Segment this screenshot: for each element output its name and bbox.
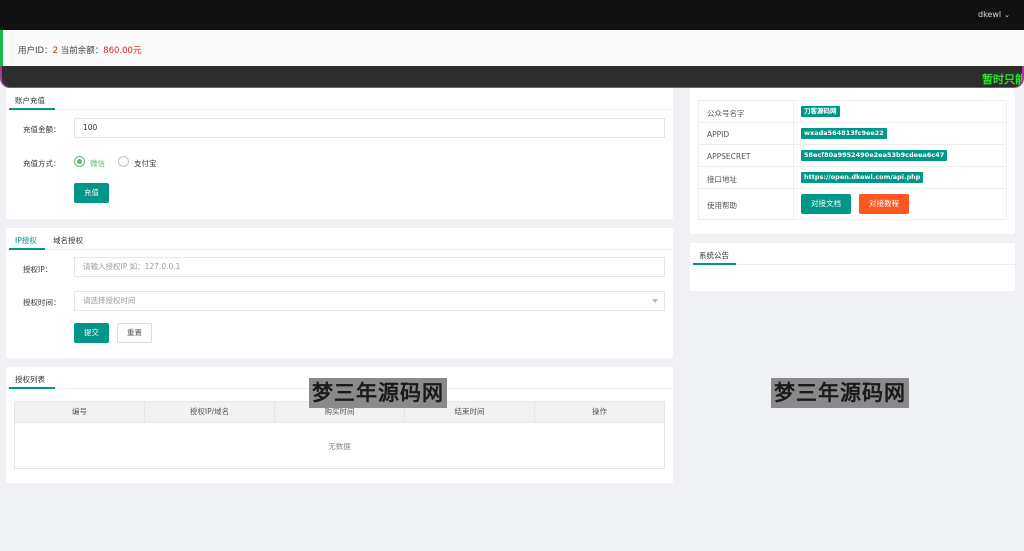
recharge-card: 账户充值 充值金额： 100 充值方式： 微信 支付宝 充值 [6,88,673,219]
radio-alipay[interactable] [118,156,129,167]
tab-auth-list[interactable]: 授权列表 [15,374,45,385]
chevron-down-icon: ⌄ [1004,11,1010,19]
time-select[interactable]: 请选择授权时间 [74,291,665,311]
info-value-badge: 58ecf80a9952490e2ea53b9cdeea6c47 [801,150,948,161]
marquee-banner: 暂时只能 [0,66,1024,88]
user-info-text: 用户ID：2 当前余额：860.00元 [18,44,141,56]
submit-button[interactable]: 提交 [74,323,109,343]
balance-label: 当前余额： [60,46,104,56]
divider [793,101,794,122]
tab-active-indicator [9,248,45,250]
info-key: APPSECRET [707,152,751,161]
user-info-notice: 用户ID：2 当前余额：860.00元 [0,30,1024,66]
tab-active-indicator [9,387,55,389]
ip-label: 授权IP： [23,265,53,274]
reset-button[interactable]: 重置 [117,323,152,343]
time-select-value: 请选择授权时间 [83,296,136,305]
column-header[interactable]: 操作 [535,402,664,422]
tab-announcement[interactable]: 系统公告 [699,250,729,261]
api-doc-button[interactable]: 对接文档 [801,194,851,214]
amount-label: 充值金额： [23,125,61,134]
chevron-down-icon [652,299,658,303]
radio-wechat-label: 微信 [90,159,105,168]
info-value-badge: wxada564813fc9ee22 [801,128,887,139]
help-label: 使用帮助 [707,201,737,210]
announcement-card: 系统公告 [690,243,1015,291]
username: dkewl [978,10,1002,19]
watermark-text: 梦三年源码网 [771,378,909,408]
info-key: 公众号名字 [707,109,745,118]
radio-wechat[interactable] [74,156,85,167]
user-menu[interactable]: dkewl ⌄ [978,10,1010,19]
balance-value: 860.00元 [103,46,142,56]
table-row: 公众号名字 刀客源码网 [699,101,1006,123]
divider [793,189,794,219]
user-id-value: 2 [52,46,58,56]
method-label: 充值方式： [23,159,61,168]
tab-ip-auth[interactable]: IP授权 [15,235,37,246]
table-body: 无数据 [14,423,665,469]
empty-state-text: 无数据 [328,442,351,451]
radio-alipay-label: 支付宝 [134,159,157,168]
info-key: 接口地址 [707,175,737,184]
divider [793,167,794,188]
watermark-text: 梦三年源码网 [309,378,447,408]
announcement-tabs: 系统公告 [690,243,1015,265]
top-navbar: dkewl ⌄ [0,0,1024,30]
amount-input[interactable]: 100 [74,118,665,138]
tab-recharge[interactable]: 账户充值 [15,95,45,106]
column-header[interactable]: 编号 [15,402,145,422]
divider [793,123,794,144]
authorization-tabs: IP授权 域名授权 [6,228,673,250]
tab-active-indicator [9,108,55,110]
api-info-table: 公众号名字 刀客源码网 APPID wxada564813fc9ee22 APP… [698,100,1007,220]
table-row: 使用帮助 对接文档 对接教程 [699,189,1006,219]
info-key: APPID [707,130,730,139]
api-info-card: 公众号名字 刀客源码网 APPID wxada564813fc9ee22 APP… [690,88,1015,234]
recharge-button[interactable]: 充值 [74,183,109,203]
time-label: 授权时间： [23,298,61,307]
tab-domain-auth[interactable]: 域名授权 [53,235,83,246]
info-value-badge: 刀客源码网 [801,106,840,117]
ip-input[interactable]: 请输入授权IP 如：127.0.0.1 [74,257,665,277]
tab-active-indicator [693,263,736,265]
user-id-label: 用户ID： [18,46,53,56]
table-row: APPSECRET 58ecf80a9952490e2ea53b9cdeea6c… [699,145,1006,167]
divider [793,145,794,166]
info-value-badge: https://open.dkewl.com/api.php [801,172,924,183]
table-row: 接口地址 https://open.dkewl.com/api.php [699,167,1006,189]
api-tutorial-button[interactable]: 对接教程 [859,194,909,214]
table-row: APPID wxada564813fc9ee22 [699,123,1006,145]
column-header[interactable]: 授权IP/域名 [145,402,275,422]
recharge-tabs: 账户充值 [6,88,673,110]
authorization-card: IP授权 域名授权 授权IP： 请输入授权IP 如：127.0.0.1 授权时间… [6,228,673,358]
marquee-text: 暂时只能 [982,73,1024,86]
